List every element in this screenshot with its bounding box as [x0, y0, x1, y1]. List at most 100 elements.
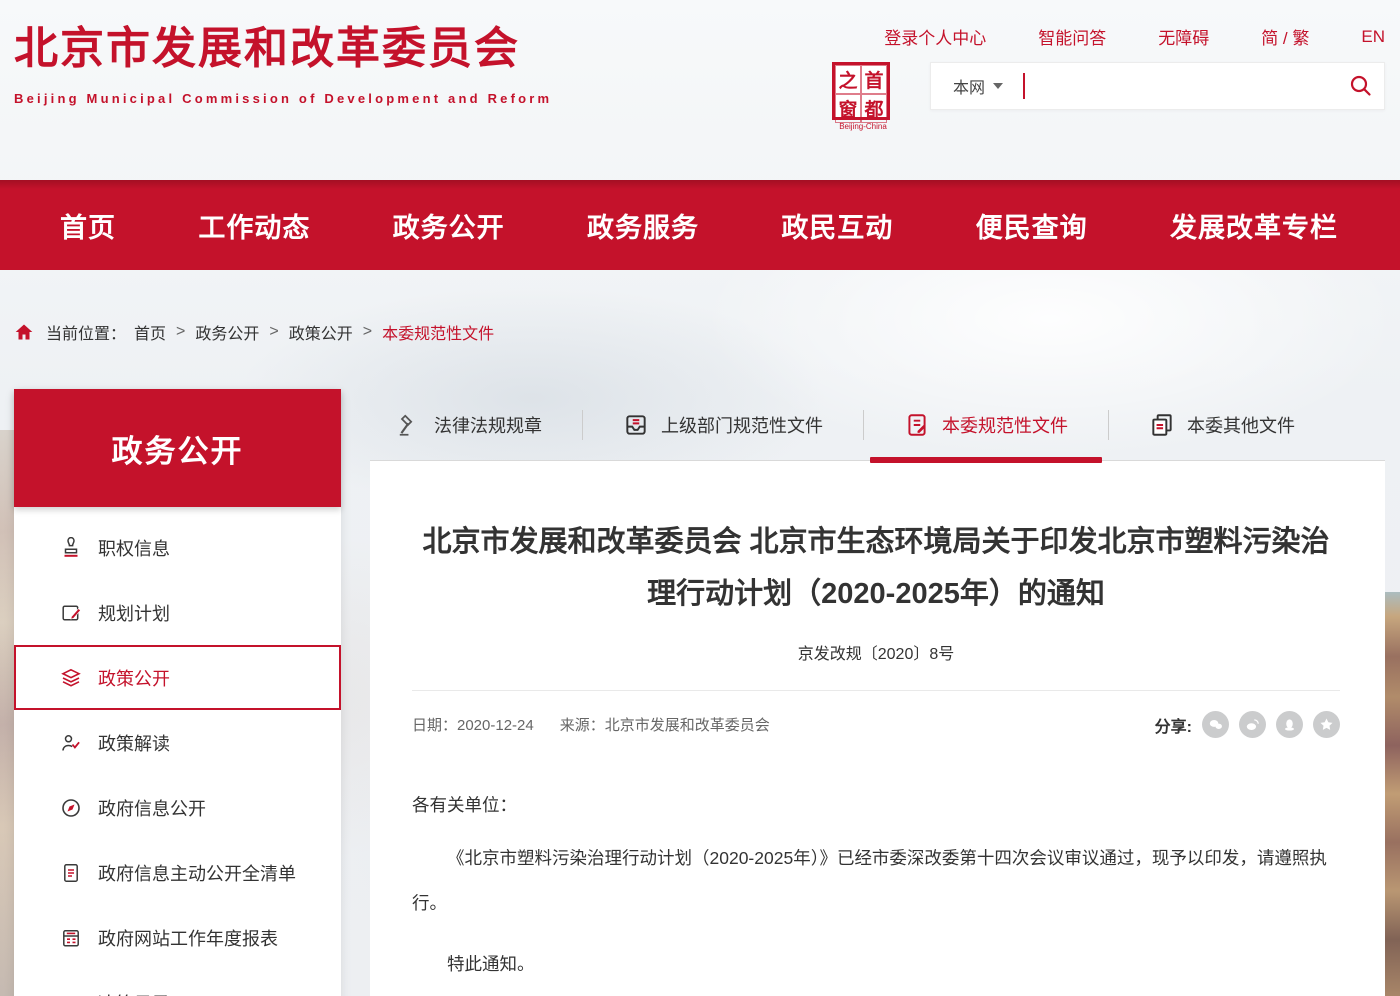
- site-title: 北京市发展和改革委员会: [14, 20, 552, 77]
- nav-item-reform-special[interactable]: 发展改革专栏: [1170, 206, 1338, 245]
- breadcrumb-item-current: 本委规范性文件: [382, 320, 494, 344]
- share-label: 分享:: [1155, 713, 1192, 737]
- tab-divider: [863, 410, 864, 440]
- breadcrumb-label: 当前位置：: [46, 320, 126, 344]
- search-box: 本网: [930, 62, 1385, 110]
- login-personal-center-link[interactable]: 登录个人中心: [884, 24, 986, 49]
- nav-item-home[interactable]: 首页: [60, 206, 116, 245]
- topbar-links: 登录个人中心 智能问答 无障碍 简 / 繁 EN: [884, 24, 1385, 49]
- qq-icon: [1281, 716, 1298, 733]
- share-bar: 分享:: [1155, 711, 1340, 738]
- sidebar-item-label: 政策公开: [98, 665, 170, 691]
- breadcrumb-separator: >: [176, 323, 185, 341]
- site-logo[interactable]: 北京市发展和改革委员会 Beijing Municipal Commission…: [14, 20, 552, 106]
- article-panel: 北京市发展和改革委员会 北京市生态环境局关于印发北京市塑料污染治理行动计划（20…: [370, 461, 1385, 996]
- sidebar-title-label: 政务公开: [112, 426, 244, 471]
- search-button[interactable]: [1338, 63, 1384, 109]
- article-title: 北京市发展和改革委员会 北京市生态环境局关于印发北京市塑料污染治理行动计划（20…: [412, 516, 1340, 620]
- article-paragraph: 特此通知。: [412, 942, 1340, 987]
- doc-pen-icon: [904, 412, 930, 438]
- star-icon: [1318, 716, 1335, 733]
- search-icon: [1349, 74, 1373, 98]
- tab-divider: [1108, 410, 1109, 440]
- sidebar-item-label: 决策目录: [98, 990, 170, 996]
- sidebar-title: 政务公开: [14, 389, 341, 507]
- tab-label: 本委其他文件: [1187, 412, 1295, 438]
- document-category-tabs: 法律法规规章 上级部门规范性文件: [370, 390, 1385, 461]
- wechat-icon: [1207, 716, 1224, 733]
- share-wechat-button[interactable]: [1202, 711, 1229, 738]
- gavel-icon: [396, 412, 422, 438]
- tab-label: 本委规范性文件: [942, 412, 1068, 438]
- breadcrumb-separator: >: [363, 323, 372, 341]
- breadcrumb-separator: >: [269, 323, 278, 341]
- tab-superior-normative-docs[interactable]: 上级部门规范性文件: [617, 390, 829, 460]
- article-salutation: 各有关单位：: [412, 790, 1340, 820]
- seal-caption: Beijing-China: [832, 122, 894, 131]
- sidebar-item-planning[interactable]: 规划计划: [14, 580, 341, 645]
- sidebar-item-website-annual-report[interactable]: 政府网站工作年度报表: [14, 905, 341, 970]
- tab-committee-normative-docs[interactable]: 本委规范性文件: [898, 390, 1074, 460]
- inbox-icon: [623, 412, 649, 438]
- tab-laws-regulations[interactable]: 法律法规规章: [390, 390, 548, 460]
- breadcrumb: 当前位置： 首页 > 政务公开 > 政策公开 > 本委规范性文件: [14, 316, 494, 348]
- sidebar-item-proactive-disclosure-list[interactable]: 政府信息主动公开全清单: [14, 840, 341, 905]
- sidebar-items: 职权信息 规划计划: [14, 507, 341, 996]
- interpret-icon: [60, 732, 82, 754]
- stamp-icon: [60, 537, 82, 559]
- nav-item-convenient-query[interactable]: 便民查询: [976, 206, 1088, 245]
- sidebar-item-authority-info[interactable]: 职权信息: [14, 515, 341, 580]
- english-link[interactable]: EN: [1361, 27, 1385, 47]
- tab-label: 法律法规规章: [434, 412, 542, 438]
- plan-edit-icon: [60, 602, 82, 624]
- article-body: 各有关单位： 《北京市塑料污染治理行动计划（2020-2025年）》已经市委深改…: [412, 790, 1340, 996]
- share-weibo-button[interactable]: [1239, 711, 1266, 738]
- smart-qa-link[interactable]: 智能问答: [1038, 24, 1106, 49]
- sidebar-item-label: 政府信息主动公开全清单: [98, 860, 296, 886]
- report-icon: [60, 927, 82, 949]
- seal-char: 窗: [835, 94, 861, 123]
- nav-item-gov-services[interactable]: 政务服务: [587, 206, 699, 245]
- site-subtitle: Beijing Municipal Commission of Developm…: [14, 91, 552, 106]
- sidebar-item-decision-directory[interactable]: 决策目录: [14, 970, 341, 996]
- seal-char: 首: [861, 65, 887, 94]
- article-meta-row: 日期：2020-12-24 来源：北京市发展和改革委员会 分享:: [412, 690, 1340, 738]
- layers-icon: [60, 667, 82, 689]
- seal-char: 之: [835, 65, 861, 94]
- tab-label: 上级部门规范性文件: [661, 412, 823, 438]
- beijing-china-seal-logo[interactable]: 之 首 窗 都 Beijing-China: [832, 62, 894, 131]
- home-icon[interactable]: [14, 322, 34, 342]
- sidebar: 政务公开 职权信息: [14, 389, 341, 996]
- search-row: 之 首 窗 都 Beijing-China 本网: [832, 62, 1385, 131]
- sidebar-item-gov-info-disclosure[interactable]: 政府信息公开: [14, 775, 341, 840]
- article-date: 日期：2020-12-24: [412, 714, 534, 735]
- seal-char: 都: [861, 94, 887, 123]
- accessibility-link[interactable]: 无障碍: [1158, 24, 1209, 49]
- article-source: 来源：北京市发展和改革委员会: [560, 714, 770, 735]
- share-qq-button[interactable]: [1276, 711, 1303, 738]
- sidebar-item-policy-disclosure[interactable]: 政策公开: [14, 645, 341, 710]
- page: 北京市发展和改革委员会 Beijing Municipal Commission…: [0, 0, 1400, 996]
- simplified-traditional-toggle[interactable]: 简 / 繁: [1261, 24, 1309, 49]
- folder-icon: [60, 992, 82, 996]
- list-doc-icon: [60, 862, 82, 884]
- article-paragraph: 《北京市塑料污染治理行动计划（2020-2025年）》已经市委深改委第十四次会议…: [412, 836, 1340, 926]
- tab-divider: [582, 410, 583, 440]
- share-favorite-button[interactable]: [1313, 711, 1340, 738]
- nav-item-gov-disclosure[interactable]: 政务公开: [393, 206, 505, 245]
- main-navigation: 首页 工作动态 政务公开 政务服务 政民互动 便民查询 发展改革专栏: [0, 180, 1400, 270]
- search-scope-dropdown[interactable]: 本网: [931, 74, 1017, 98]
- search-input[interactable]: [1025, 66, 1338, 106]
- sidebar-item-policy-interpretation[interactable]: 政策解读: [14, 710, 341, 775]
- breadcrumb-item-gov-disclosure[interactable]: 政务公开: [195, 320, 259, 344]
- nav-item-work-updates[interactable]: 工作动态: [198, 206, 310, 245]
- document-number: 京发改规〔2020〕8号: [412, 640, 1340, 664]
- compass-icon: [60, 797, 82, 819]
- copy-doc-icon: [1149, 412, 1175, 438]
- chevron-down-icon: [993, 83, 1003, 89]
- tab-committee-other-docs[interactable]: 本委其他文件: [1143, 390, 1301, 460]
- breadcrumb-item-home[interactable]: 首页: [134, 320, 166, 344]
- main-content: 法律法规规章 上级部门规范性文件: [370, 390, 1400, 996]
- nav-item-public-interaction[interactable]: 政民互动: [781, 206, 893, 245]
- breadcrumb-item-policy-disclosure[interactable]: 政策公开: [289, 320, 353, 344]
